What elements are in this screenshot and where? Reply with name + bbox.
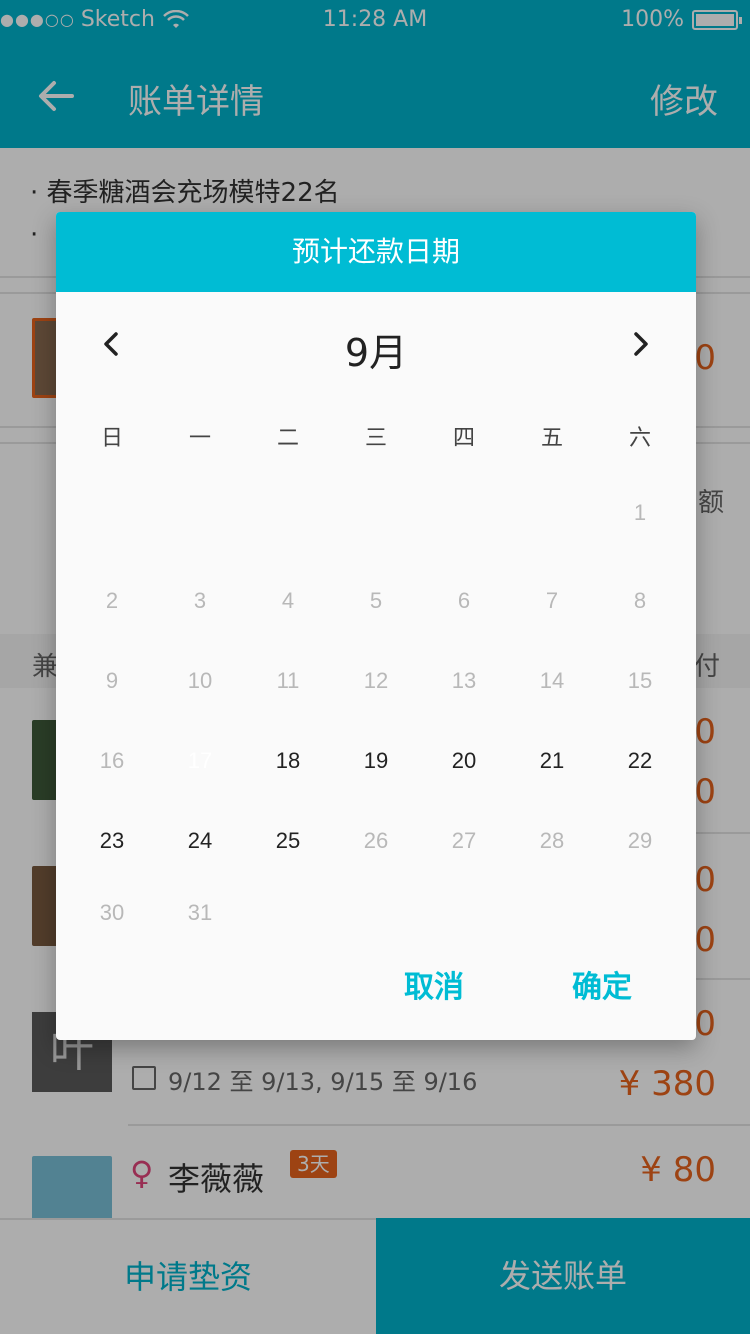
calendar-day[interactable]: 22 xyxy=(596,736,684,786)
calendar-day[interactable]: 25 xyxy=(244,816,332,866)
calendar-day[interactable]: 23 xyxy=(68,816,156,866)
calendar-day: 6 xyxy=(457,588,471,613)
calendar-day: 29 xyxy=(627,828,653,853)
calendar-day: 10 xyxy=(187,668,213,693)
calendar-day: 3 xyxy=(193,588,207,613)
cancel-button[interactable]: 取消 xyxy=(404,962,464,1006)
calendar-day: 16 xyxy=(99,748,125,773)
calendar-day[interactable]: 20 xyxy=(420,736,508,786)
dialog-title: 预计还款日期 xyxy=(56,212,696,292)
month-navigation: 9月 xyxy=(56,292,696,402)
calendar-day: 2 xyxy=(105,588,119,613)
calendar-day: 26 xyxy=(363,828,389,853)
selected-day[interactable]: 17 xyxy=(156,736,244,786)
calendar-day[interactable]: 18 xyxy=(244,736,332,786)
calendar-day[interactable]: 21 xyxy=(508,736,596,786)
calendar-day: 5 xyxy=(369,588,383,613)
weekday-label: 四 xyxy=(452,426,475,451)
weekday-label: 二 xyxy=(276,426,299,451)
date-picker-dialog: 预计还款日期 9月 日一二三四五六 1 2 3 4 5 6 7 8 9 10 11 12 13 14 15 1… xyxy=(56,212,696,1040)
calendar-day: 15 xyxy=(627,668,653,693)
calendar-day: 27 xyxy=(451,828,477,853)
calendar-day: 11 xyxy=(276,668,300,693)
calendar-day: 7 xyxy=(545,588,559,613)
calendar-day: 30 xyxy=(99,900,125,925)
calendar-day: 12 xyxy=(363,668,389,693)
calendar-day: 28 xyxy=(539,828,565,853)
calendar-day: 13 xyxy=(451,668,477,693)
calendar-day[interactable]: 19 xyxy=(332,736,420,786)
confirm-button[interactable]: 确定 xyxy=(572,962,632,1006)
month-label: 9月 xyxy=(344,331,408,375)
calendar-day: 4 xyxy=(281,588,295,613)
weekday-label: 日 xyxy=(100,426,123,451)
calendar-day: 31 xyxy=(187,900,213,925)
weekday-label: 六 xyxy=(628,426,651,451)
chevron-right-icon[interactable] xyxy=(624,328,656,360)
weekday-label: 一 xyxy=(188,426,211,451)
calendar-day: 9 xyxy=(105,668,119,693)
weekday-label: 三 xyxy=(364,426,387,451)
calendar-day: 14 xyxy=(539,668,565,693)
calendar-day[interactable]: 24 xyxy=(156,816,244,866)
calendar-day: 1 xyxy=(633,500,647,525)
weekday-label: 五 xyxy=(540,426,563,451)
calendar-day: 8 xyxy=(633,588,647,613)
